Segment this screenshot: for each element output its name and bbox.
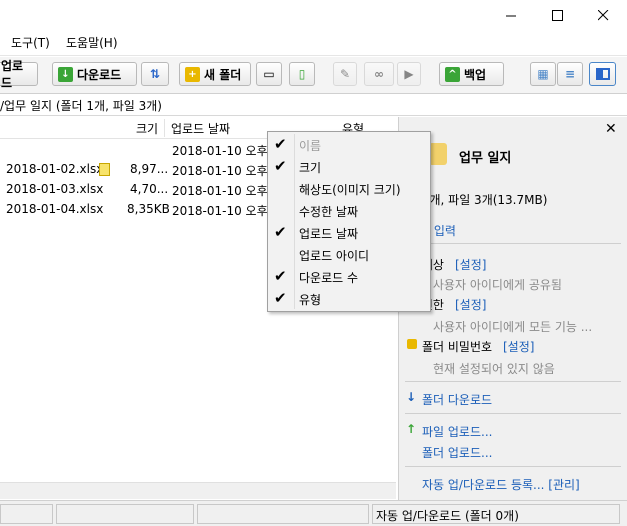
toolbar: 업로드 ↓ 다운로드 ⇅ + 새 폴더 ▭ ▯ ✎ ∞ ▶ ^ 백업 ▦ ≡: [0, 57, 627, 94]
thumbnail-view-button[interactable]: ▦: [530, 62, 556, 86]
menu-item-modified-date[interactable]: 수정한 날짜: [270, 200, 428, 222]
menu-item-resolution[interactable]: 해상도(이미지 크기): [270, 178, 428, 200]
menu-item-upload-id[interactable]: 업로드 아이디: [270, 244, 428, 266]
maximize-button[interactable]: [534, 0, 580, 30]
password-settings-link[interactable]: [설정]: [503, 338, 534, 355]
play-button[interactable]: ▶: [397, 62, 421, 86]
link-button[interactable]: ∞: [364, 62, 394, 86]
divider: [405, 413, 621, 414]
row-size: 4,70...: [130, 182, 169, 196]
backup-label: 백업: [464, 67, 487, 82]
divider: [405, 243, 621, 244]
grid-view-icon: ▦: [537, 67, 549, 81]
row-name: 2018-01-03.xlsx: [6, 182, 104, 196]
permission-settings-link[interactable]: [설정]: [455, 296, 486, 313]
row-date: 2018-01-10 오후: [172, 204, 268, 218]
upload-button[interactable]: 업로드: [0, 59, 38, 90]
column-chooser-menu: ✔ 이름 ✔ 크기 해상도(이미지 크기) 수정한 날짜 ✔ 업로드 날짜 업로…: [267, 131, 431, 312]
folder-download-link[interactable]: 폴더 다운로드: [422, 391, 492, 408]
row-date: 2018-01-10 오후: [172, 164, 268, 178]
panel-folder-name: 업무 일지: [459, 151, 512, 166]
menu-item-upload-date[interactable]: ✔ 업로드 날짜: [270, 222, 428, 244]
menu-bar: 도구(T) 도움말(H): [0, 30, 627, 56]
check-icon: ✔: [274, 223, 287, 241]
folder-icon: [429, 143, 447, 165]
backup-button[interactable]: ^ 백업: [439, 62, 504, 86]
arrow-down-icon: ↓: [406, 390, 417, 404]
link-icon: ∞: [374, 67, 384, 81]
list-view-icon: ≡: [564, 67, 576, 81]
row-size: 8,97...: [130, 162, 169, 176]
column-divider[interactable]: [164, 119, 165, 137]
edit-button[interactable]: ✎: [333, 62, 357, 86]
new-folder-label: 새 폴더: [204, 67, 242, 82]
title-bar: [0, 0, 627, 30]
edit-icon: ✎: [339, 67, 351, 81]
status-section: [56, 504, 194, 524]
side-panel-icon: [595, 68, 610, 80]
preview-button[interactable]: ▭: [256, 62, 282, 86]
folder-upload-link[interactable]: 폴더 업로드...: [422, 444, 492, 461]
play-icon: ▶: [404, 67, 414, 81]
note-icon: [99, 163, 110, 176]
check-icon: ✔: [274, 135, 287, 153]
info-panel: ✕ 업무 일지 더 1개, 파일 3개(13.7MB) 모 입력 유 대상 [설…: [398, 117, 627, 500]
divider: [405, 381, 621, 382]
list-view-button[interactable]: ≡: [557, 62, 583, 86]
status-text: 자동 업/다운로드 (폴더 0개): [376, 509, 519, 523]
status-section: [197, 504, 369, 524]
row-name: 2018-01-02.xlsx: [6, 162, 104, 176]
menu-item-download-count[interactable]: ✔ 다운로드 수: [270, 266, 428, 288]
status-section: [0, 504, 53, 524]
share-target-settings-link[interactable]: [설정]: [455, 256, 486, 273]
download-button[interactable]: ↓ 다운로드: [52, 62, 137, 86]
password-value: 현재 설정되어 있지 않음: [433, 362, 555, 376]
row-size: 8,35KB: [127, 202, 170, 216]
row-name: 2018-01-04.xlsx: [6, 202, 104, 216]
close-icon: [597, 9, 608, 20]
menu-tools[interactable]: 도구(T): [11, 34, 50, 51]
close-window-button[interactable]: [580, 0, 626, 30]
lock-icon: [407, 339, 417, 349]
panel-close-button[interactable]: ✕: [605, 121, 617, 137]
permission-value: 사용자 아이디에게 모든 기능 ...: [433, 320, 593, 334]
minimize-icon: [505, 15, 516, 16]
check-icon: ✔: [274, 267, 287, 285]
download-icon: ↓: [58, 66, 73, 82]
document-icon: ▯: [298, 67, 306, 81]
column-upload-date[interactable]: 업로드 날짜: [171, 120, 230, 137]
download-label: 다운로드: [77, 67, 122, 82]
monitor-icon: ▭: [263, 67, 275, 81]
file-upload-link[interactable]: 파일 업로드...: [422, 423, 492, 440]
sync-button[interactable]: ⇅: [141, 62, 169, 86]
path-bar: /업무 일지 (폴더 1개, 파일 3개): [0, 95, 627, 116]
status-section: 자동 업/다운로드 (폴더 0개): [372, 504, 620, 524]
menu-item-size[interactable]: ✔ 크기: [270, 156, 428, 178]
arrow-up-icon: ↑: [406, 422, 417, 436]
minimize-button[interactable]: [488, 0, 534, 30]
check-icon: ✔: [274, 289, 287, 307]
maximize-icon: [551, 9, 563, 21]
new-folder-button[interactable]: + 새 폴더: [179, 62, 251, 86]
folder-add-icon: +: [185, 66, 200, 82]
panel-toggle-button[interactable]: [589, 62, 616, 86]
column-size[interactable]: 크기: [136, 120, 158, 137]
status-bar: 자동 업/다운로드 (폴더 0개): [0, 500, 627, 526]
menu-item-name[interactable]: ✔ 이름: [270, 134, 428, 156]
document-button[interactable]: ▯: [289, 62, 315, 86]
divider: [405, 466, 621, 467]
row-date: 2018-01-10 오후: [172, 144, 268, 158]
row-date: 2018-01-10 오후: [172, 184, 268, 198]
backup-icon: ^: [445, 66, 460, 82]
check-icon: ✔: [274, 157, 287, 175]
menu-help[interactable]: 도움말(H): [66, 34, 118, 51]
password-label: 폴더 비밀번호: [422, 340, 493, 354]
current-path: /업무 일지 (폴더 1개, 파일 3개): [0, 99, 162, 113]
horizontal-scrollbar[interactable]: [0, 482, 396, 499]
upload-label: 업로드: [1, 59, 24, 90]
auto-sync-link[interactable]: 자동 업/다운로드 등록... [관리]: [422, 476, 580, 493]
swap-arrows-icon: ⇅: [149, 67, 161, 81]
menu-item-type[interactable]: ✔ 유형: [270, 288, 428, 310]
